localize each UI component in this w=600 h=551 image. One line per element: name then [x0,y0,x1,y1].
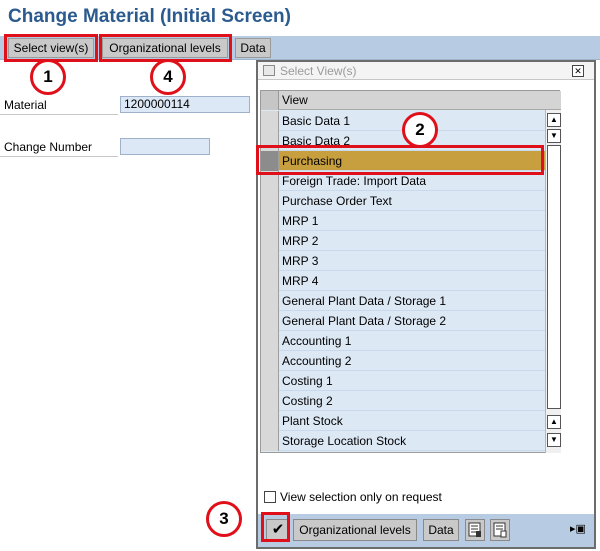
row-select-cell[interactable] [261,331,279,351]
view-label[interactable]: Accounting 1 [282,334,351,348]
view-label[interactable]: Foreign Trade: Import Data [282,174,426,188]
view-selection-label: View selection only on request [280,490,442,504]
view-row[interactable]: Costing 1 [261,371,561,391]
scroll-up-icon[interactable]: ▲ [547,113,561,127]
view-label[interactable]: Storage Location Stock [282,434,406,448]
view-label[interactable]: General Plant Data / Storage 1 [282,294,446,308]
view-row[interactable]: Accounting 2 [261,351,561,371]
view-label[interactable]: Basic Data 2 [282,134,350,148]
scroll-down-icon[interactable]: ▼ [547,129,561,143]
select-all-corner[interactable] [261,91,279,110]
select-all-icon[interactable] [465,519,485,541]
window-icon [263,65,275,76]
page-title: Change Material (Initial Screen) [8,6,291,27]
view-label[interactable]: Plant Stock [282,414,343,428]
select-views-button[interactable]: Select view(s) [8,38,94,58]
row-select-cell[interactable] [261,411,279,431]
view-label[interactable]: MRP 4 [282,274,318,288]
row-select-cell[interactable] [261,231,279,251]
vertical-scrollbar[interactable]: ▲ ▼ ▲ ▼ [545,110,561,453]
row-select-cell[interactable] [261,291,279,311]
row-select-cell[interactable] [261,271,279,291]
scroll-up-icon[interactable]: ▲ [547,415,561,429]
data-button[interactable]: Data [235,38,271,58]
row-select-cell[interactable] [261,311,279,331]
view-row[interactable]: MRP 4 [261,271,561,291]
view-label[interactable]: Costing 2 [282,394,333,408]
row-select-cell[interactable] [261,431,279,451]
view-label[interactable]: General Plant Data / Storage 2 [282,314,446,328]
scroll-down-icon[interactable]: ▼ [547,433,561,447]
row-select-cell[interactable] [261,391,279,411]
material-input[interactable]: 1200000114 [120,96,250,113]
change-number-underline [0,156,118,157]
material-label: Material [4,98,47,112]
annotation-circle-2: 2 [402,112,438,148]
view-row[interactable]: Purchasing [261,151,561,171]
row-select-cell[interactable] [261,171,279,191]
view-row[interactable]: MRP 3 [261,251,561,271]
row-select-cell[interactable] [261,211,279,231]
view-row[interactable]: Foreign Trade: Import Data [261,171,561,191]
view-row[interactable]: MRP 1 [261,211,561,231]
annotation-circle-3: 3 [206,501,242,537]
view-label[interactable]: Purchasing [282,154,342,168]
material-underline [0,114,118,115]
title-bar: Change Material (Initial Screen) [0,0,600,36]
change-number-input[interactable] [120,138,210,155]
row-select-cell[interactable] [261,351,279,371]
annotation-circle-4: 4 [150,59,186,95]
row-select-cell[interactable] [261,111,279,131]
view-label[interactable]: Purchase Order Text [282,194,392,208]
view-label[interactable]: MRP 2 [282,234,318,248]
view-label[interactable]: Accounting 2 [282,354,351,368]
change-number-label: Change Number [4,140,93,154]
expand-dialog-icon[interactable]: ▸▣ [570,522,586,535]
scrollbar-thumb[interactable] [547,145,561,409]
organizational-levels-button[interactable]: Organizational levels [102,38,228,58]
view-row[interactable]: Accounting 1 [261,331,561,351]
table-header: View [261,91,561,110]
view-row[interactable]: Storage Location Stock [261,431,561,451]
column-header-view: View [282,93,308,107]
view-label[interactable]: Basic Data 1 [282,114,350,128]
row-select-cell[interactable] [261,151,279,171]
row-select-cell[interactable] [261,251,279,271]
dialog-header: Select View(s) ✕ [258,62,594,80]
view-row[interactable]: Plant Stock [261,411,561,431]
view-label[interactable]: MRP 1 [282,214,318,228]
row-select-cell[interactable] [261,371,279,391]
view-row[interactable]: General Plant Data / Storage 2 [261,311,561,331]
application-toolbar: Select view(s) Organizational levels Dat… [0,36,600,60]
view-selection-checkbox[interactable] [264,491,276,503]
annotation-circle-1: 1 [30,59,66,95]
close-icon[interactable]: ✕ [572,65,584,77]
view-row[interactable]: Costing 2 [261,391,561,411]
deselect-all-icon[interactable] [490,519,510,541]
footer-data-button[interactable]: Data [423,519,459,541]
row-select-cell[interactable] [261,131,279,151]
view-row[interactable]: MRP 2 [261,231,561,251]
view-row[interactable]: Purchase Order Text [261,191,561,211]
checkmark-icon[interactable]: ✔ [266,519,290,541]
dialog-title: Select View(s) [280,64,357,78]
footer-organizational-levels-button[interactable]: Organizational levels [293,519,417,541]
view-row[interactable]: General Plant Data / Storage 1 [261,291,561,311]
row-select-cell[interactable] [261,191,279,211]
view-label[interactable]: MRP 3 [282,254,318,268]
dialog-footer: ✔ Organizational levels Data ▸▣ [258,514,594,547]
view-label[interactable]: Costing 1 [282,374,333,388]
